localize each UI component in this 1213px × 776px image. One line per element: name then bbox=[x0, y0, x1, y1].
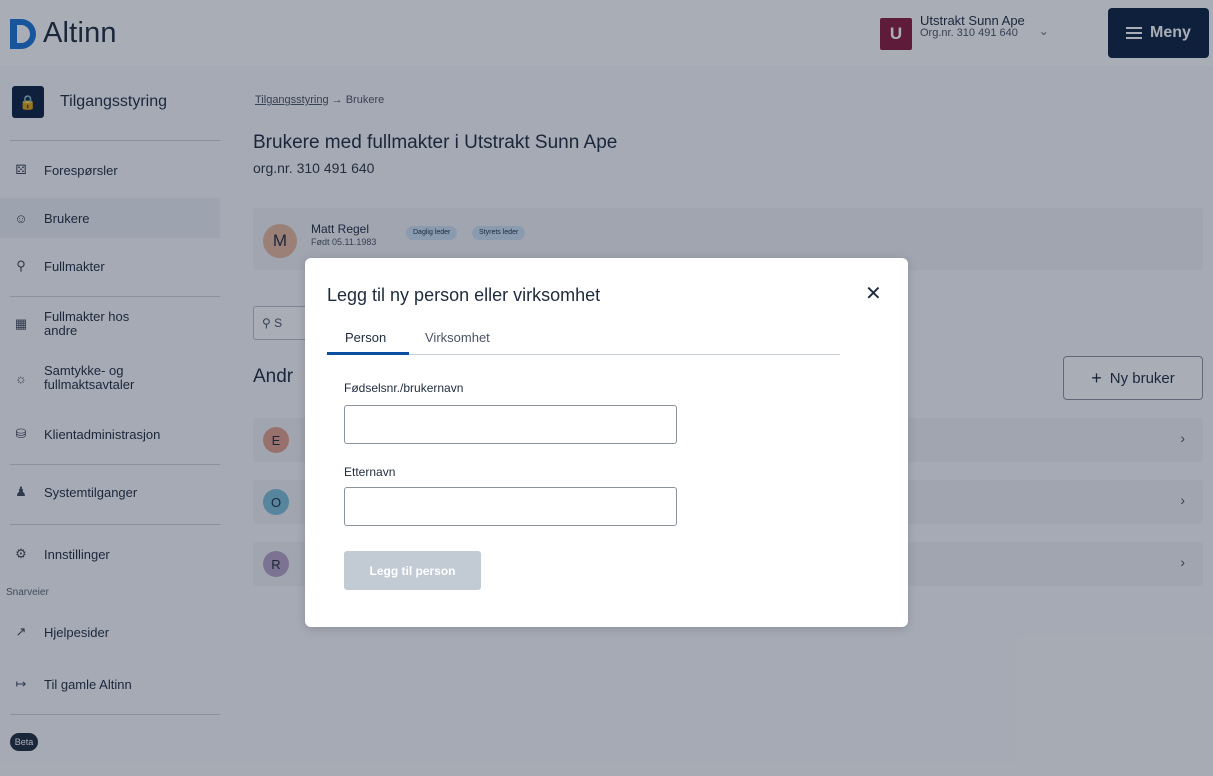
active-tab-indicator bbox=[327, 352, 409, 355]
ssn-field[interactable] bbox=[344, 405, 677, 444]
add-person-button[interactable]: Legg til person bbox=[344, 551, 481, 590]
dialog-tabs: Person Virksomhet bbox=[327, 328, 840, 355]
close-icon[interactable]: ✕ bbox=[865, 284, 882, 304]
add-person-dialog: Legg til ny person eller virksomhet ✕ Pe… bbox=[305, 258, 908, 627]
tab-person[interactable]: Person bbox=[343, 330, 388, 345]
dialog-title: Legg til ny person eller virksomhet bbox=[327, 285, 601, 305]
ssn-label: Fødselsnr./brukernavn bbox=[344, 381, 464, 395]
lastname-label: Etternavn bbox=[344, 465, 396, 479]
lastname-field[interactable] bbox=[344, 487, 677, 526]
tab-virksomhet[interactable]: Virksomhet bbox=[423, 330, 492, 345]
